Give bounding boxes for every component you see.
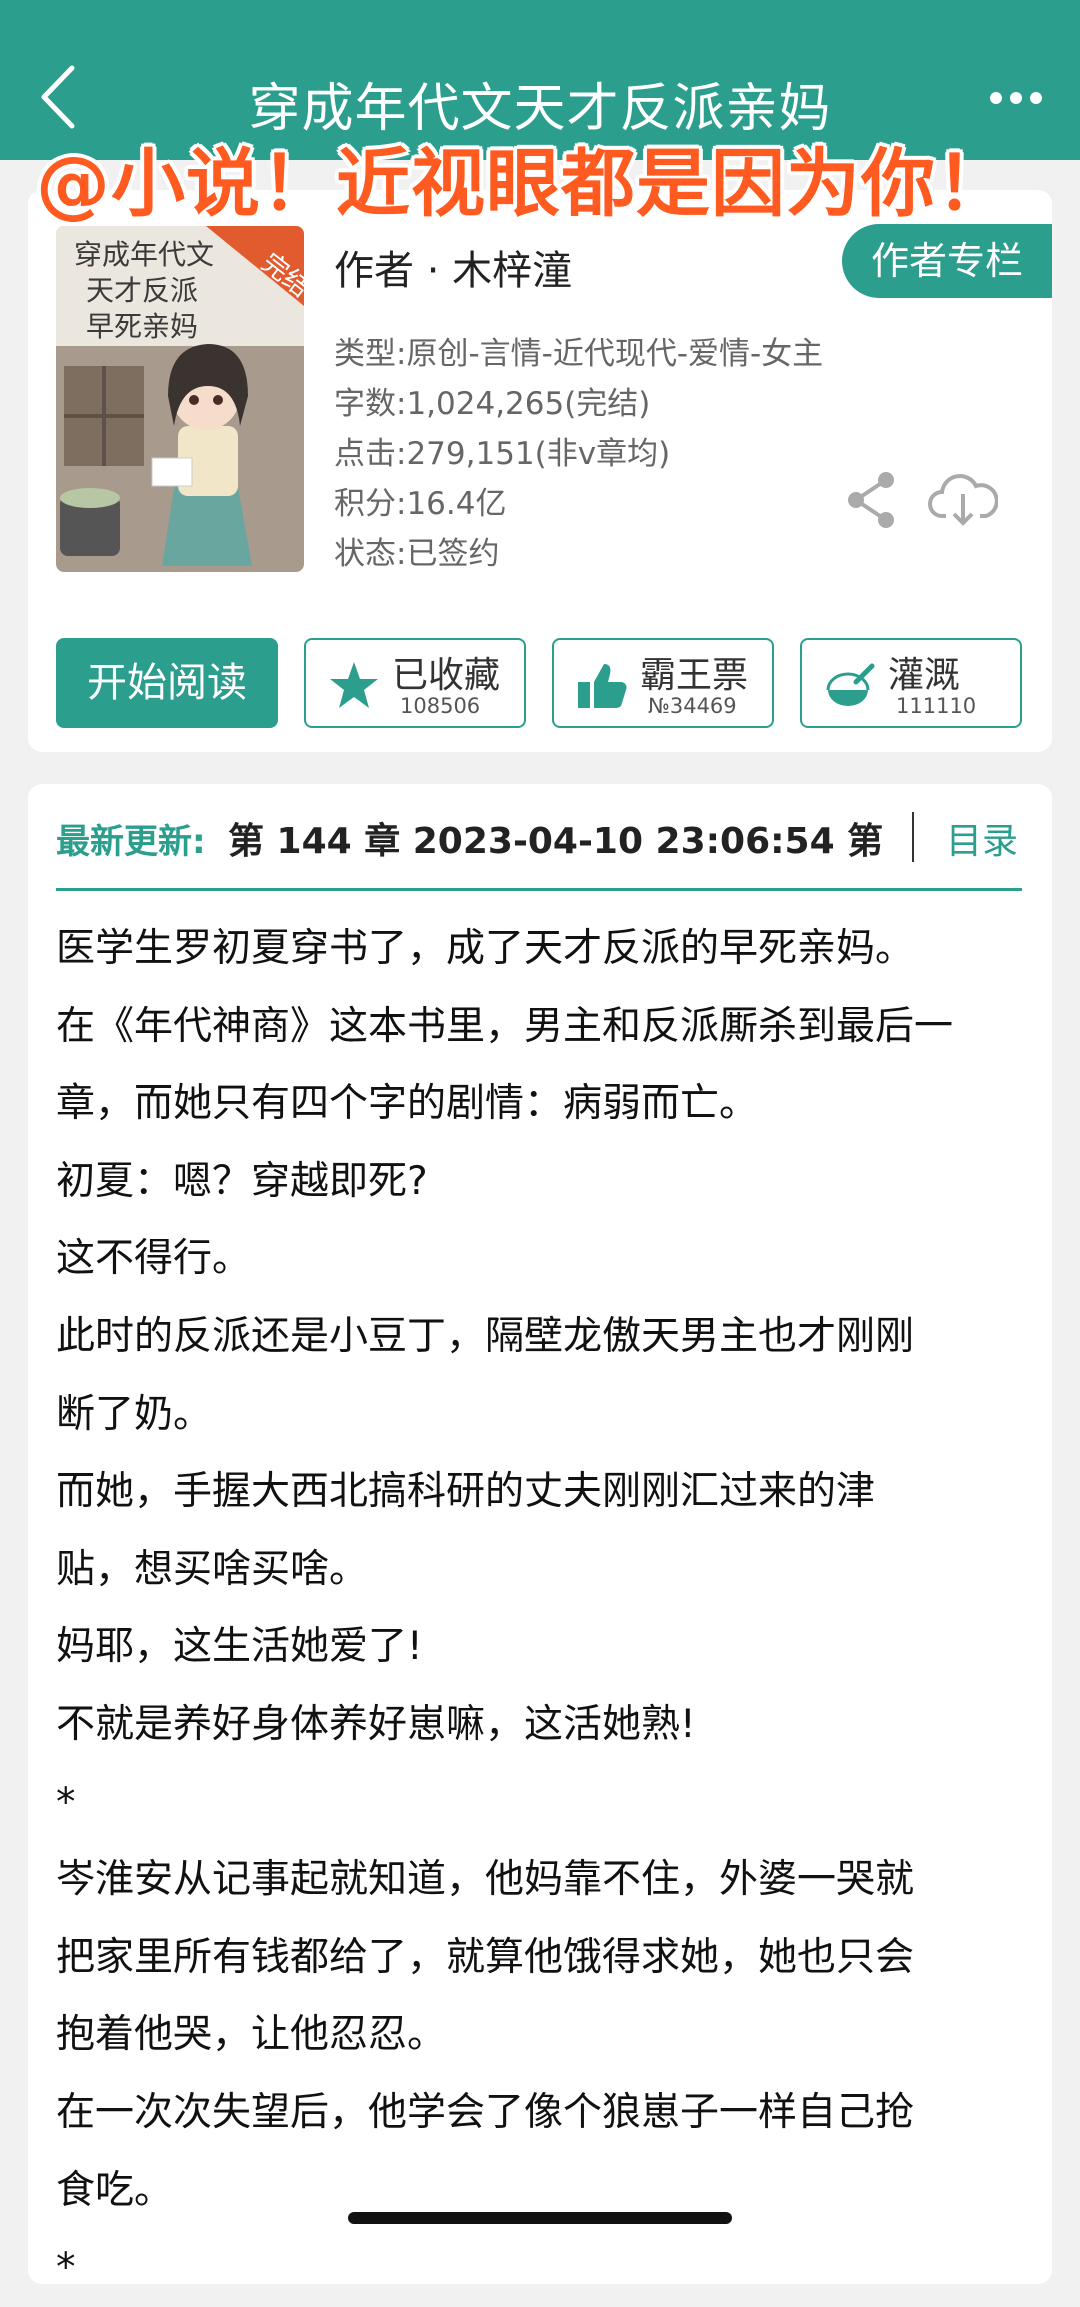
vote-button[interactable]: 霸王票 №34469	[552, 638, 774, 728]
synopsis-line: 岑淮安从记事起就知道，他妈靠不住，外婆一哭就	[56, 1857, 915, 1903]
share-icon[interactable]	[844, 470, 900, 530]
vote-count: №34469	[648, 694, 737, 718]
cover-title-line-2: 天才反派	[86, 274, 198, 307]
cover-title-line-3: 早死亲妈	[86, 310, 198, 343]
synopsis-line: 章，而她只有四个字的剧情：病弱而亡。	[56, 1081, 759, 1127]
synopsis-line: 这不得行。	[56, 1236, 252, 1282]
synopsis-line: 把家里所有钱都给了，就算他饿得求她，她也只会	[56, 1934, 915, 1980]
vote-label: 霸王票	[640, 655, 749, 696]
collect-button[interactable]: 已收藏 108506	[304, 638, 526, 728]
book-cover-image[interactable]: 完结 穿成年代文 天才反派 早死亲妈	[56, 226, 304, 572]
cover-title-line-1: 穿成年代文	[74, 238, 214, 271]
synopsis-line: *	[56, 2245, 76, 2291]
synopsis-line: 抱着他哭，让他忍忍。	[56, 2012, 447, 2058]
synopsis-line: 而她，手握大西北搞科研的丈夫刚刚汇过来的津	[56, 1469, 876, 1515]
latest-update-marquee[interactable]: 第 144 章 2023-04-10 23:06:54 第	[228, 812, 888, 862]
section-rule	[56, 888, 1022, 891]
synopsis-line: 此时的反派还是小豆丁，隔壁龙傲天男主也才刚刚	[56, 1313, 915, 1359]
star-icon	[330, 662, 378, 708]
latest-update-label: 最新更新:	[56, 822, 206, 862]
synopsis-text: 医学生罗初夏穿书了，成了天才反派的早死亲妈。 在《年代神商》这本书里，男主和反派…	[56, 910, 1028, 2307]
synopsis-line: 不就是养好身体养好崽嘛，这活她熟!	[56, 1701, 696, 1747]
divider	[912, 812, 914, 862]
author-column-button[interactable]: 作者专栏	[842, 224, 1052, 298]
synopsis-line: 医学生罗初夏穿书了，成了天才反派的早死亲妈。	[56, 926, 915, 971]
book-status: 状态:已签约	[334, 536, 500, 572]
start-reading-button[interactable]: 开始阅读	[56, 638, 278, 728]
book-clicks: 点击:279,151(非v章均)	[334, 436, 671, 472]
synopsis-line: 贴，想买啥买啥。	[56, 1546, 369, 1592]
home-indicator[interactable]	[348, 2212, 732, 2224]
book-info-card: 完结 穿成年代文 天才反派 早死亲妈 作者 · 木梓潼 作者专栏 类型:原创-言…	[28, 190, 1052, 752]
author-name[interactable]: 作者 · 木梓潼	[334, 238, 572, 296]
synopsis-line: 妈耶，这生活她爱了!	[56, 1624, 423, 1670]
cloud-download-icon[interactable]	[928, 470, 998, 530]
water-button[interactable]: 灌溉 111110	[800, 638, 1022, 728]
collect-count: 108506	[400, 694, 481, 718]
nutrient-flask-icon	[826, 663, 875, 706]
more-dots-icon[interactable]	[986, 78, 1046, 118]
synopsis-line: *	[56, 1779, 76, 1825]
water-label: 灌溉	[888, 655, 961, 696]
book-score: 积分:16.4亿	[334, 486, 507, 522]
water-count: 111110	[896, 694, 977, 718]
synopsis-card: 最新更新: 第 144 章 2023-04-10 23:06:54 第 目录 医…	[28, 784, 1052, 2290]
synopsis-line: 在一次次失望后，他学会了像个狼崽子一样自己抢	[56, 2089, 915, 2135]
collect-label: 已收藏	[392, 655, 501, 696]
synopsis-line: 在《年代神商》这本书里，男主和反派厮杀到最后一	[56, 1003, 954, 1049]
synopsis-line: 初夏：嗯？穿越即死?	[56, 1158, 428, 1204]
book-type: 类型:原创-言情-近代现代-爱情-女主	[334, 336, 824, 372]
thumbs-up-icon	[578, 664, 627, 708]
watermark-caption: @小说！近视眼都是因为你！	[36, 141, 1011, 227]
table-of-contents-link[interactable]: 目录	[946, 812, 1018, 864]
synopsis-line: 断了奶。	[56, 1391, 213, 1437]
book-word-count: 字数:1,024,265(完结)	[334, 386, 651, 422]
